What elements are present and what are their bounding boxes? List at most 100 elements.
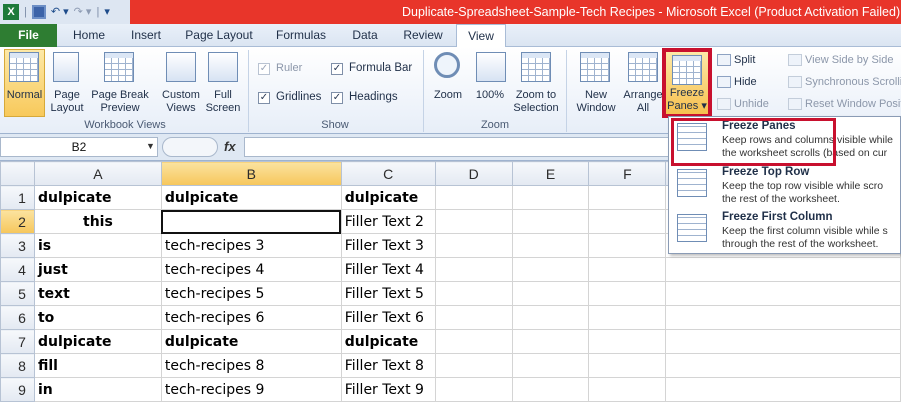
- formula-bar-checkbox[interactable]: ✓: [331, 63, 343, 75]
- cell-c9[interactable]: Filler Text 9: [340, 377, 436, 402]
- name-box[interactable]: B2: [0, 137, 158, 157]
- cell-b3[interactable]: tech-recipes 3: [160, 233, 342, 258]
- tab-view[interactable]: View: [456, 24, 506, 48]
- cell[interactable]: [588, 353, 667, 378]
- customize-qat-icon[interactable]: ▾: [104, 5, 110, 19]
- row-header[interactable]: 3: [0, 233, 35, 258]
- cell[interactable]: [434, 329, 513, 354]
- cell[interactable]: [588, 305, 667, 330]
- column-header-d[interactable]: D: [434, 161, 513, 186]
- column-header-f[interactable]: F: [588, 161, 667, 186]
- select-all-corner[interactable]: [0, 161, 35, 186]
- cell[interactable]: [434, 257, 513, 282]
- cell-c7[interactable]: dulpicate: [340, 329, 436, 354]
- chevron-down-icon[interactable]: ▼: [146, 141, 155, 151]
- cell[interactable]: [434, 233, 513, 258]
- cell-a2[interactable]: this: [33, 209, 162, 234]
- cell-c8[interactable]: Filler Text 8: [340, 353, 436, 378]
- menu-item-freeze-top-row[interactable]: Freeze Top Row Keep the top row visible …: [669, 163, 901, 208]
- cell-a1[interactable]: dulpicate: [33, 185, 162, 210]
- unhide-button[interactable]: Unhide: [734, 98, 769, 111]
- cell[interactable]: [588, 281, 667, 306]
- cell[interactable]: [665, 305, 901, 330]
- hide-button[interactable]: Hide: [734, 76, 757, 89]
- tab-formulas[interactable]: Formulas: [270, 24, 332, 47]
- row-header[interactable]: 9: [0, 377, 35, 402]
- cell-b8[interactable]: tech-recipes 8: [160, 353, 342, 378]
- tab-review[interactable]: Review: [397, 24, 449, 47]
- arrange-all-button[interactable]: Arrange All: [620, 89, 666, 115]
- save-icon[interactable]: [31, 5, 46, 19]
- undo-icon[interactable]: ↶ ▾: [51, 5, 69, 19]
- cell-b5[interactable]: tech-recipes 5: [160, 281, 342, 306]
- cell-b9[interactable]: tech-recipes 9: [160, 377, 342, 402]
- row-header[interactable]: 6: [0, 305, 35, 330]
- zoom-button[interactable]: Zoom: [428, 89, 468, 102]
- cell-a3[interactable]: is: [33, 233, 162, 258]
- gridlines-checkbox[interactable]: ✓: [258, 92, 270, 104]
- insert-function-icon[interactable]: fx: [224, 139, 236, 154]
- cell-c6[interactable]: Filler Text 6: [340, 305, 436, 330]
- formula-bar-handle[interactable]: [162, 137, 218, 157]
- row-header[interactable]: 1: [0, 185, 35, 210]
- cell[interactable]: [511, 305, 590, 330]
- cell-c2[interactable]: Filler Text 2: [340, 209, 436, 234]
- menu-item-freeze-first-column[interactable]: Freeze First Column Keep the first colum…: [669, 208, 901, 253]
- synchronous-scrolling-button[interactable]: Synchronous Scrolling: [805, 76, 901, 89]
- zoom-to-selection-button[interactable]: Zoom to Selection: [510, 89, 562, 115]
- page-layout-button[interactable]: Page Layout: [45, 89, 89, 115]
- cell[interactable]: [588, 209, 667, 234]
- cell-b6[interactable]: tech-recipes 6: [160, 305, 342, 330]
- cell[interactable]: [588, 233, 667, 258]
- reset-window-position-button[interactable]: Reset Window Position: [805, 98, 901, 111]
- full-screen-button[interactable]: Full Screen: [202, 89, 244, 115]
- cell[interactable]: [588, 257, 667, 282]
- cell[interactable]: [511, 353, 590, 378]
- cell[interactable]: [511, 281, 590, 306]
- cell-b1[interactable]: dulpicate: [160, 185, 342, 210]
- cell[interactable]: [434, 377, 513, 402]
- cell-a7[interactable]: dulpicate: [33, 329, 162, 354]
- cell[interactable]: [511, 377, 590, 402]
- row-header[interactable]: 8: [0, 353, 35, 378]
- tab-home[interactable]: Home: [68, 24, 110, 47]
- cell[interactable]: [434, 305, 513, 330]
- split-button[interactable]: Split: [734, 54, 755, 67]
- cell[interactable]: [665, 353, 901, 378]
- row-header[interactable]: 2: [0, 209, 35, 234]
- cell-c3[interactable]: Filler Text 3: [340, 233, 436, 258]
- cell[interactable]: [434, 185, 513, 210]
- menu-item-freeze-panes[interactable]: Freeze Panes Keep rows and columns visib…: [669, 117, 901, 162]
- cell[interactable]: [511, 233, 590, 258]
- column-header-a[interactable]: A: [33, 161, 162, 186]
- cell[interactable]: [511, 329, 590, 354]
- tab-data[interactable]: Data: [344, 24, 386, 47]
- redo-icon[interactable]: ↷ ▾: [74, 5, 92, 19]
- cell[interactable]: [665, 329, 901, 354]
- row-header[interactable]: 4: [0, 257, 35, 282]
- cell[interactable]: [665, 257, 901, 282]
- cell-c1[interactable]: dulpicate: [340, 185, 436, 210]
- cell[interactable]: [434, 209, 513, 234]
- cell[interactable]: [665, 377, 901, 402]
- column-header-c[interactable]: C: [340, 161, 436, 186]
- cell-a6[interactable]: to: [33, 305, 162, 330]
- ruler-checkbox[interactable]: ✓: [258, 63, 270, 75]
- cell-b4[interactable]: tech-recipes 4: [160, 257, 342, 282]
- cell[interactable]: [588, 377, 667, 402]
- cell-a4[interactable]: just: [33, 257, 162, 282]
- page-break-preview-button[interactable]: Page Break Preview: [88, 89, 152, 115]
- cell[interactable]: [434, 281, 513, 306]
- cell-a8[interactable]: fill: [33, 353, 162, 378]
- view-side-by-side-button[interactable]: View Side by Side: [805, 54, 893, 67]
- custom-views-button[interactable]: Custom Views: [158, 89, 204, 115]
- cell-a9[interactable]: in: [33, 377, 162, 402]
- cell[interactable]: [511, 185, 590, 210]
- cell-c4[interactable]: Filler Text 4: [340, 257, 436, 282]
- tab-page-layout[interactable]: Page Layout: [181, 24, 257, 47]
- row-header[interactable]: 5: [0, 281, 35, 306]
- cell[interactable]: [588, 185, 667, 210]
- cell[interactable]: [588, 329, 667, 354]
- new-window-button[interactable]: New Window: [570, 89, 622, 115]
- tab-insert[interactable]: Insert: [124, 24, 168, 47]
